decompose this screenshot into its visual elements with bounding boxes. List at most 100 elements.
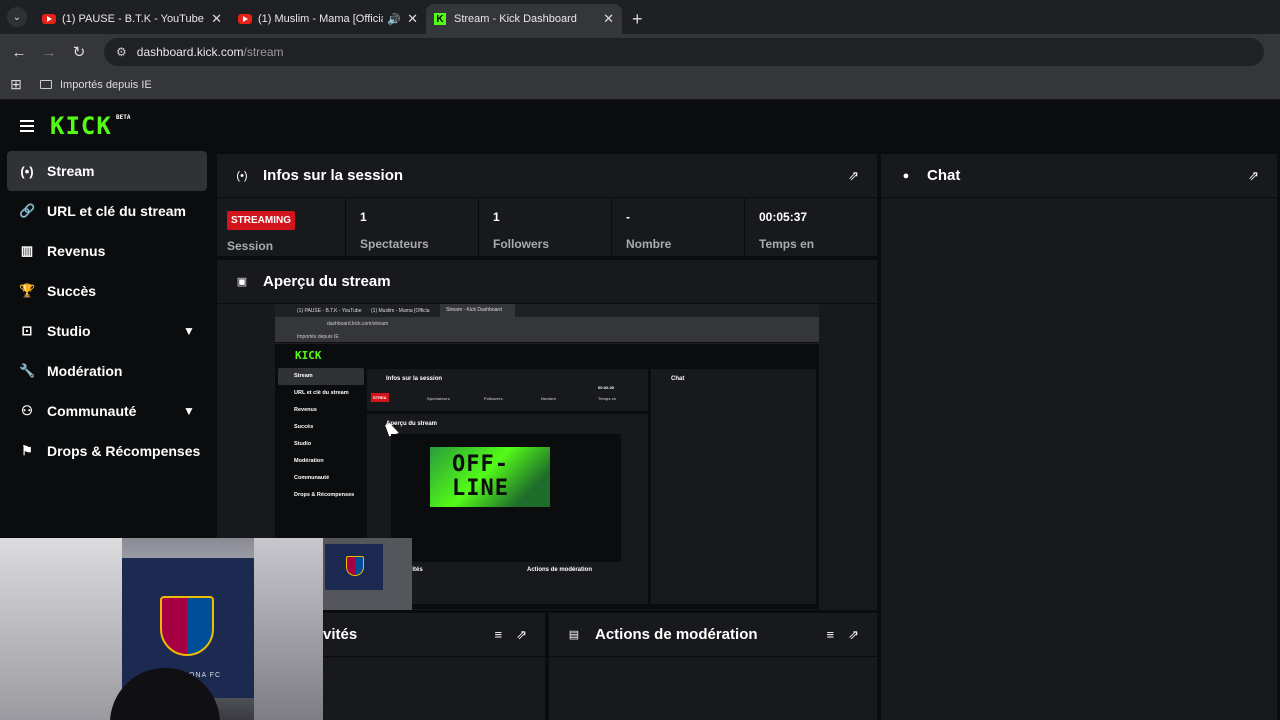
- preview-nav-item: URL et clé du stream: [294, 390, 349, 396]
- chevron-down-icon: ⌄: [7, 7, 27, 27]
- document-icon: ▤: [568, 629, 580, 641]
- popout-icon[interactable]: ⇗: [1248, 168, 1259, 184]
- sidebar-item-moderation[interactable]: 🔧 Modération: [7, 351, 207, 391]
- trophy-icon: 🏆: [19, 283, 36, 298]
- preview-badge: STREA: [371, 393, 389, 402]
- panel-header: ▤ Actions de modération ≡ ⇗: [549, 613, 877, 657]
- new-tab-button[interactable]: +: [632, 4, 643, 34]
- popout-icon[interactable]: ⇗: [848, 627, 859, 643]
- sidebar-item-stream[interactable]: (•) Stream: [7, 151, 207, 191]
- stat-label: Session: [227, 239, 274, 253]
- stat-label: Spectateurs: [360, 237, 429, 251]
- panel-title: Aperçu du stream: [263, 273, 391, 290]
- stat-spectateurs: 1 Spectateurs: [346, 198, 479, 256]
- preview-aperçu-title: Aperçu du stream: [386, 421, 438, 427]
- preview-nav-item: Modération: [294, 458, 324, 464]
- session-panel: (•) Infos sur la session ⇗ STREAMING Ses…: [217, 154, 877, 256]
- sidebar-item-drops[interactable]: ⚑ Drops & Récompenses: [7, 431, 207, 471]
- filter-icon[interactable]: ≡: [827, 627, 835, 642]
- wrench-icon: 🔧: [19, 363, 36, 378]
- preview-nav-item: Revenus: [294, 407, 317, 413]
- browser-tabbar: ⌄ (1) PAUSE - B.T.K - YouTube ✕ (1) Musl…: [0, 0, 1280, 34]
- preview-tab: (1) Muslim - Mama [Officia: [371, 307, 430, 314]
- tab-search-button[interactable]: ⌄: [0, 0, 34, 34]
- sidebar-item-label: Communauté: [47, 403, 137, 419]
- app-header: KICK BETA: [0, 101, 1280, 151]
- broadcast-icon: (•): [236, 169, 248, 182]
- sidebar-item-succes[interactable]: 🏆 Succès: [7, 271, 207, 311]
- sidebar-item-label: Studio: [47, 323, 91, 339]
- sidebar-item-url-key[interactable]: 🔗 URL et clé du stream: [7, 191, 207, 231]
- sidebar-item-label: Revenus: [47, 243, 106, 259]
- preview-nav-item: Communauté: [294, 475, 330, 481]
- browser-tab[interactable]: (1) PAUSE - B.T.K - YouTube ✕: [34, 4, 230, 34]
- address-bar[interactable]: ⚙ dashboard.kick.com/stream: [104, 38, 1264, 66]
- webcam-inset: [323, 538, 412, 610]
- url-host: dashboard.kick.com: [136, 45, 244, 59]
- offline-graphic: OFF- LINE: [430, 447, 550, 507]
- studio-icon: ⊡: [21, 323, 33, 338]
- sidebar-item-label: URL et clé du stream: [47, 203, 187, 219]
- forward-button[interactable]: →: [34, 44, 64, 61]
- preview-nav-item: Stream: [278, 368, 364, 385]
- menu-icon[interactable]: [20, 117, 34, 135]
- broadcast-icon: (•): [20, 163, 34, 179]
- stat-value: 1: [493, 210, 500, 224]
- panel-header: ● Chat ⇗: [881, 154, 1277, 198]
- tab-title: (1) PAUSE - B.T.K - YouTube: [62, 13, 204, 25]
- preview-icon: ▣: [236, 276, 248, 288]
- session-stats: STREAMING Session 1 Spectateurs 1 Follow…: [217, 198, 877, 256]
- preview-bookmark: Importés depuis IE: [275, 331, 819, 343]
- close-icon[interactable]: ✕: [603, 11, 614, 27]
- close-icon[interactable]: ✕: [211, 11, 222, 27]
- site-info-icon[interactable]: ⚙: [116, 45, 127, 59]
- stat-label: Temps en: [759, 237, 815, 251]
- beta-badge: BETA: [116, 114, 131, 121]
- sidebar-item-studio[interactable]: ⊡ Studio ▼: [7, 311, 207, 351]
- reload-button[interactable]: ↻: [64, 43, 94, 61]
- preview-stat-label: Nombre: [541, 396, 557, 401]
- bookmark-folder[interactable]: Importés depuis IE: [40, 79, 152, 91]
- sidebar-item-label: Modération: [47, 363, 123, 379]
- stat-temps: 00:05:37 Temps en: [745, 198, 877, 256]
- stat-value: 1: [360, 210, 367, 224]
- community-icon: ⚇: [21, 403, 33, 418]
- tab-title: Stream - Kick Dashboard: [454, 13, 577, 25]
- popout-icon[interactable]: ⇗: [848, 168, 859, 184]
- stat-value: 00:05:37: [759, 210, 808, 224]
- browser-tab[interactable]: (1) Muslim - Mama [Official 🔊 ✕: [230, 4, 426, 34]
- browser-tab-active[interactable]: K Stream - Kick Dashboard ✕: [426, 4, 622, 34]
- speaker-icon[interactable]: 🔊: [387, 13, 401, 26]
- youtube-icon: [238, 14, 252, 24]
- folder-icon: [40, 80, 52, 89]
- preview-session-title: Infos sur la session: [386, 376, 443, 382]
- preview-stat-label: Spectateurs: [427, 396, 450, 401]
- sidebar-item-revenus[interactable]: ▥ Revenus: [7, 231, 207, 271]
- preview-url: dashboard.kick.com/stream: [275, 317, 819, 331]
- stat-session: STREAMING Session: [217, 198, 346, 256]
- preview-stat-label: Temps en: [598, 396, 617, 401]
- popout-icon[interactable]: ⇗: [516, 627, 527, 643]
- preview-stat-label: Followers: [484, 396, 503, 401]
- sidebar-item-communaute[interactable]: ⚇ Communauté ▼: [7, 391, 207, 431]
- preview-chat-title: Chat: [671, 376, 685, 382]
- fcb-crest-icon: [346, 556, 364, 576]
- stat-label: Followers: [493, 237, 550, 251]
- kick-logo[interactable]: KICK BETA: [50, 112, 130, 140]
- panel-title: vités: [323, 626, 358, 643]
- filter-icon[interactable]: ≡: [495, 627, 503, 642]
- preview-tab: Stream - Kick Dashboard: [440, 304, 515, 317]
- chevron-down-icon[interactable]: ▼: [183, 324, 207, 338]
- preview-session-panel: Infos sur la session STREA Spectateurs F…: [367, 369, 648, 411]
- bookmarks-bar: ⊞ Importés depuis IE: [0, 70, 1280, 100]
- preview-logo: KICK: [295, 349, 322, 362]
- back-button[interactable]: ←: [4, 44, 34, 61]
- sidebar-item-label: Succès: [47, 283, 97, 299]
- apps-grid-icon[interactable]: ⊞: [0, 76, 32, 93]
- webcam-wall: [254, 538, 323, 720]
- chevron-down-icon[interactable]: ▼: [183, 404, 207, 418]
- logo-text: KICK: [50, 112, 112, 140]
- sidebar-item-label: Drops & Récompenses: [47, 443, 201, 459]
- panel-title: Actions de modération: [595, 626, 758, 643]
- close-icon[interactable]: ✕: [407, 11, 418, 27]
